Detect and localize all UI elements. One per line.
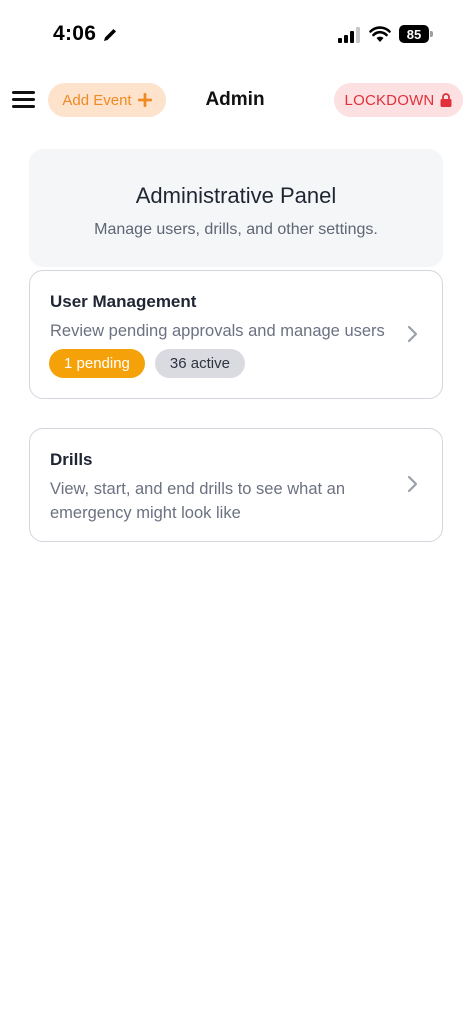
panel-subtitle: Manage users, drills, and other settings… bbox=[94, 221, 378, 238]
user-management-card[interactable]: User Management Review pending approvals… bbox=[29, 270, 443, 399]
battery-indicator: 85 bbox=[399, 25, 433, 43]
admin-screen: 4:06 85 Add Event Admin LOCKDOWN Adminis… bbox=[0, 0, 472, 1024]
app-header: Add Event Admin LOCKDOWN bbox=[0, 80, 472, 120]
add-event-label: Add Event bbox=[62, 91, 132, 109]
page-title: Admin bbox=[205, 89, 265, 110]
pencil-icon bbox=[104, 29, 116, 41]
status-time: 4:06 bbox=[53, 22, 97, 45]
plus-icon bbox=[137, 93, 152, 107]
lockdown-label: LOCKDOWN bbox=[344, 91, 435, 109]
battery-level: 85 bbox=[399, 25, 429, 43]
active-badge: 36 active bbox=[154, 349, 245, 378]
admin-panel-header: Administrative Panel Manage users, drill… bbox=[29, 149, 443, 267]
card-description: Review pending approvals and manage user… bbox=[50, 322, 385, 340]
card-title: Drills bbox=[50, 450, 93, 469]
cellular-signal-icon bbox=[338, 27, 360, 43]
card-title: User Management bbox=[50, 292, 197, 311]
chevron-right-icon bbox=[407, 475, 418, 493]
wifi-icon bbox=[369, 26, 391, 42]
hamburger-menu-icon[interactable] bbox=[12, 90, 36, 110]
status-bar: 4:06 85 bbox=[0, 0, 472, 70]
chevron-right-icon bbox=[407, 325, 418, 343]
lock-icon bbox=[440, 93, 452, 107]
lockdown-button[interactable]: LOCKDOWN bbox=[334, 83, 463, 117]
drills-card[interactable]: Drills View, start, and end drills to se… bbox=[29, 428, 443, 542]
pending-badge: 1 pending bbox=[49, 349, 145, 378]
card-description: View, start, and end drills to see what … bbox=[50, 480, 346, 522]
user-badges: 1 pending 36 active bbox=[49, 349, 245, 378]
battery-cap bbox=[430, 31, 433, 37]
panel-title: Administrative Panel bbox=[135, 183, 337, 208]
add-event-button[interactable]: Add Event bbox=[48, 83, 166, 117]
